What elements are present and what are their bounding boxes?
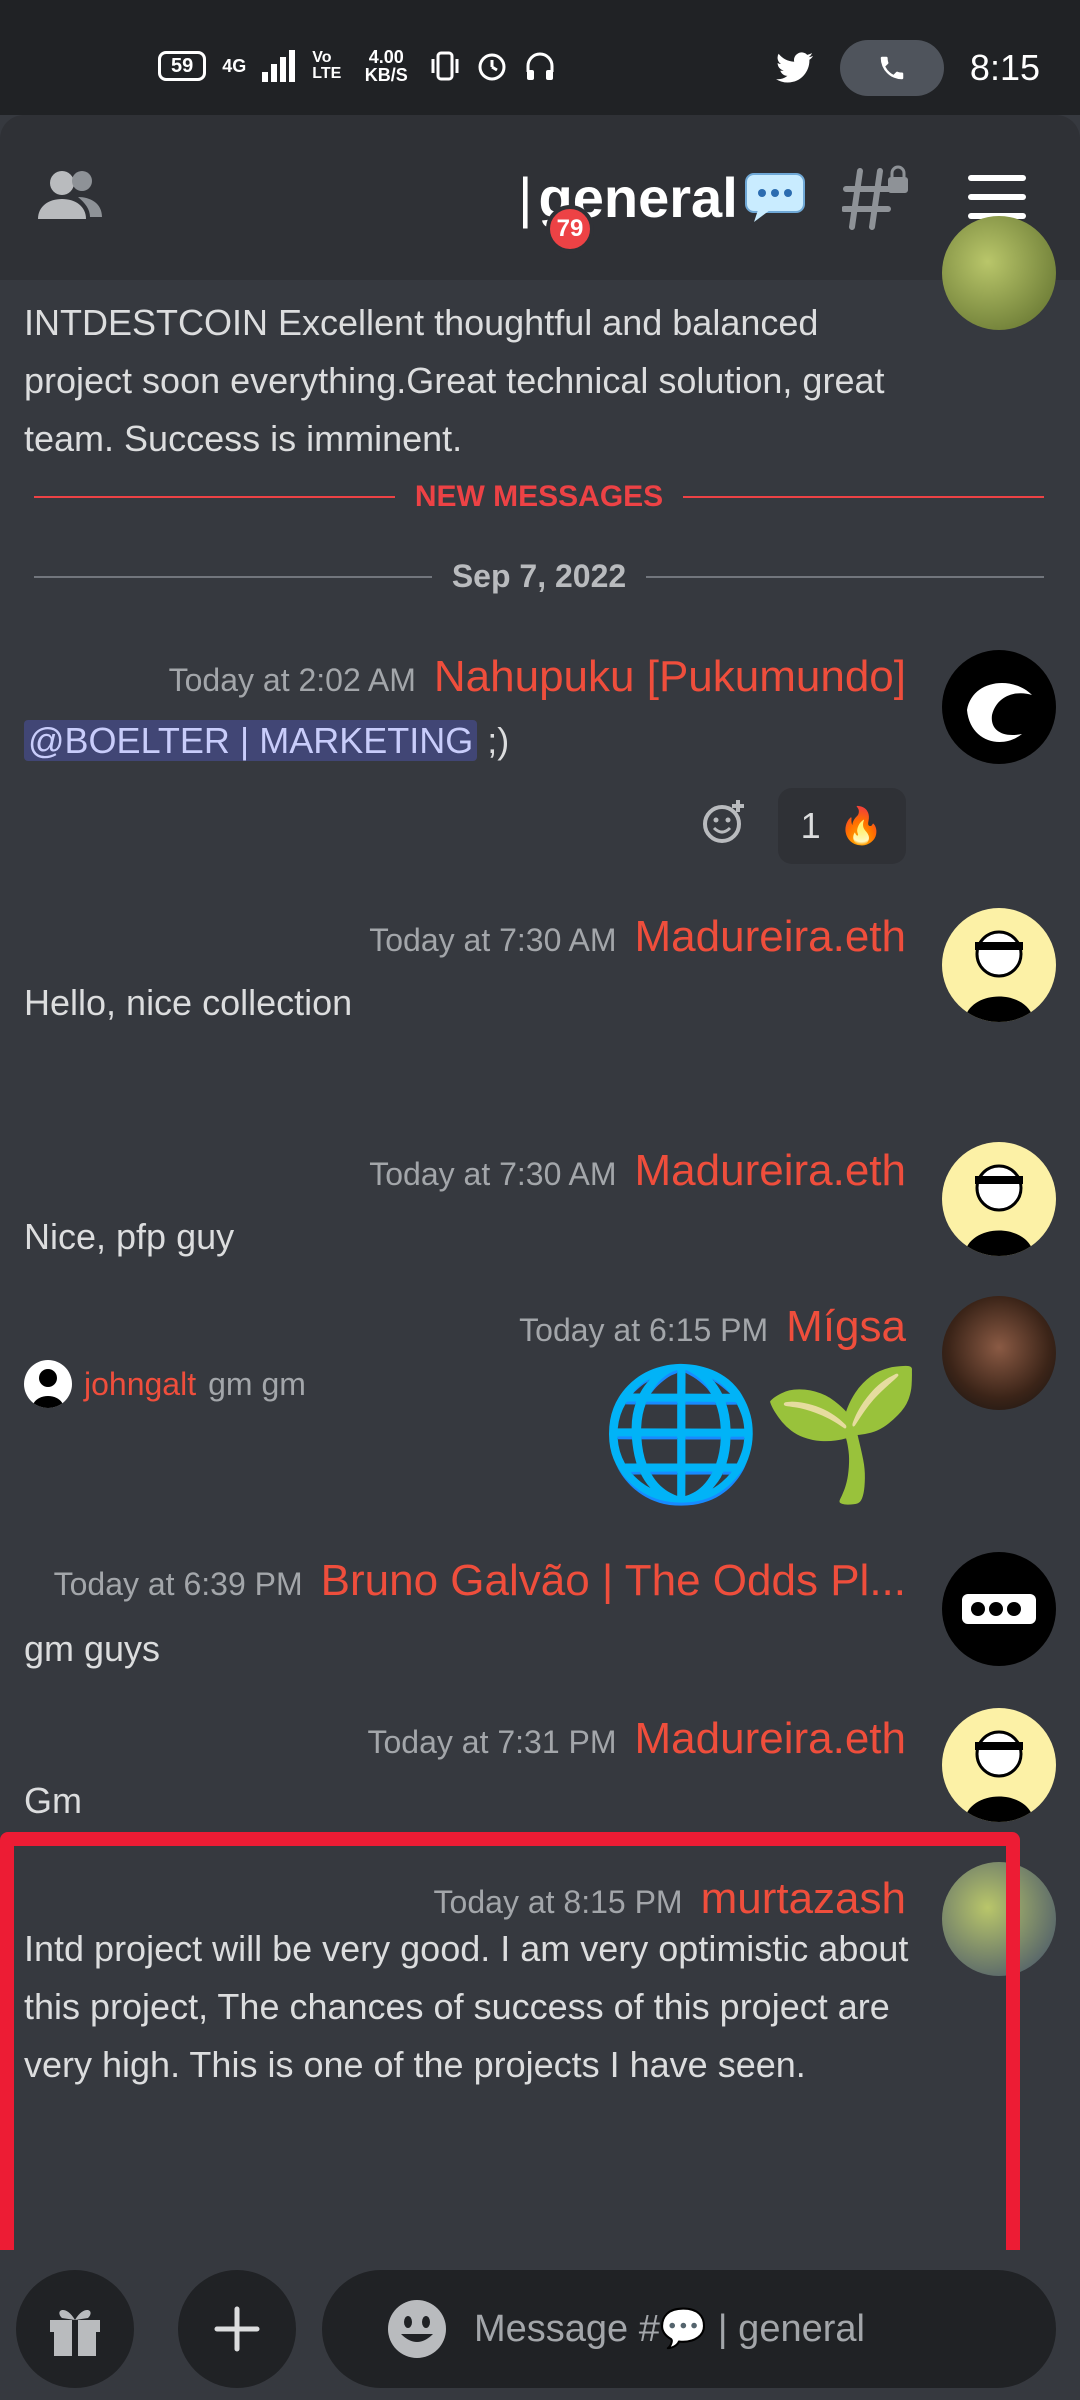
reply-author: johngalt bbox=[84, 1365, 197, 1402]
headphones-icon bbox=[526, 52, 554, 80]
avatar[interactable] bbox=[942, 1296, 1056, 1410]
message-header: Today at 7:31 PM Madureira.eth bbox=[367, 1714, 906, 1764]
emoji-icon[interactable] bbox=[386, 2298, 448, 2360]
members-icon[interactable] bbox=[38, 167, 102, 223]
timestamp: Today at 2:02 AM bbox=[168, 662, 416, 698]
speech-bubble-icon bbox=[744, 172, 805, 222]
vibrate-icon bbox=[431, 51, 459, 81]
timestamp: Today at 7:31 PM bbox=[367, 1724, 617, 1760]
new-messages-divider: NEW MESSAGES bbox=[34, 480, 1044, 514]
message-text: Nice, pfp guy bbox=[24, 1216, 235, 1257]
plus-icon bbox=[214, 2306, 260, 2352]
gift-button[interactable] bbox=[16, 2270, 134, 2388]
date-label: Sep 7, 2022 bbox=[451, 558, 627, 594]
unread-badge: 79 bbox=[546, 205, 594, 253]
timestamp: Today at 6:39 PM bbox=[53, 1566, 303, 1602]
pukumundo-logo-icon bbox=[967, 683, 1032, 742]
message-text: INTDESTCOIN Excellent thoughtful and bal… bbox=[24, 302, 885, 459]
avatar[interactable] bbox=[942, 1552, 1056, 1666]
signal-icon bbox=[262, 50, 296, 82]
message-input[interactable]: Message #💬 | general bbox=[322, 2270, 1056, 2388]
author-name[interactable]: Nahupuku [Pukumundo] bbox=[434, 652, 906, 702]
avatar[interactable] bbox=[942, 908, 1056, 1022]
user-mention[interactable]: @BOELTER | MARKETING bbox=[24, 720, 478, 761]
highlight-box bbox=[0, 1832, 1020, 2284]
fire-emoji-icon: 🔥 bbox=[838, 805, 884, 846]
status-icons: 59 4G Vo LTE 4.00 KB/S bbox=[158, 48, 556, 84]
author-name[interactable]: Mígsa bbox=[786, 1302, 906, 1352]
message-text: Gm bbox=[24, 1780, 82, 1821]
message-placeholder: Message #💬 | general bbox=[474, 2308, 865, 2350]
odds-logo-icon bbox=[962, 1594, 1036, 1624]
clock: 8:15 bbox=[969, 47, 1040, 88]
message-text: Hello, nice collection bbox=[24, 982, 353, 1023]
reply-avatar bbox=[24, 1360, 72, 1408]
author-name[interactable]: Madureira.eth bbox=[635, 1714, 906, 1764]
add-reaction-icon[interactable] bbox=[700, 798, 748, 846]
date-divider: Sep 7, 2022 bbox=[34, 558, 1044, 595]
reply-text: gm gm bbox=[208, 1365, 306, 1402]
avatar[interactable] bbox=[942, 650, 1056, 764]
emoji-message: 🌐🌱 bbox=[600, 1360, 924, 1506]
timestamp: Today at 6:15 PM bbox=[519, 1312, 769, 1348]
author-name[interactable]: Madureira.eth bbox=[635, 912, 906, 962]
message-composer: Message #💬 | general bbox=[0, 2250, 1080, 2400]
author-name[interactable]: Madureira.eth bbox=[635, 1146, 906, 1196]
avatar[interactable] bbox=[942, 216, 1056, 330]
cartoon-avatar-icon bbox=[964, 930, 1034, 1022]
channel-header: | general 79 bbox=[0, 115, 1080, 280]
message-header: Today at 2:02 AM Nahupuku [Pukumundo] bbox=[169, 652, 906, 702]
cartoon-avatar-icon bbox=[964, 1730, 1034, 1822]
reply-preview[interactable]: johngalt gm gm bbox=[24, 1360, 306, 1408]
network-speed: 4.00 KB/S bbox=[364, 47, 408, 85]
network-type: 4G bbox=[222, 55, 247, 76]
menu-icon[interactable] bbox=[968, 175, 1026, 219]
reaction-pill[interactable]: 1 🔥 bbox=[778, 788, 906, 864]
threads-icon[interactable] bbox=[842, 165, 912, 231]
alarm-icon bbox=[478, 53, 506, 81]
avatar[interactable] bbox=[942, 1708, 1056, 1822]
message-header: Today at 7:30 AM Madureira.eth bbox=[369, 912, 906, 962]
status-right: 8:15 bbox=[775, 40, 1040, 96]
channel-separator: | bbox=[518, 166, 533, 229]
timestamp: Today at 7:30 AM bbox=[369, 922, 617, 958]
message-text: @BOELTER | MARKETING ;) bbox=[24, 720, 509, 762]
author-name[interactable]: Bruno Galvão | The Odds Pl... bbox=[321, 1556, 906, 1606]
message-header: Today at 6:15 PM Mígsa bbox=[519, 1302, 906, 1352]
ongoing-call-pill[interactable] bbox=[839, 40, 944, 96]
avatar[interactable] bbox=[942, 1142, 1056, 1256]
new-messages-label: NEW MESSAGES bbox=[414, 480, 664, 513]
message-text-tail: ;) bbox=[477, 720, 510, 761]
volte-indicator: Vo LTE bbox=[312, 49, 342, 82]
message-header: Today at 7:30 AM Madureira.eth bbox=[369, 1146, 906, 1196]
timestamp: Today at 7:30 AM bbox=[369, 1156, 617, 1192]
cartoon-avatar-icon bbox=[964, 1164, 1034, 1256]
add-attachment-button[interactable] bbox=[178, 2270, 296, 2388]
phone-icon bbox=[880, 56, 904, 80]
gift-icon bbox=[50, 2309, 100, 2356]
message-header: Today at 6:39 PM Bruno Galvão | The Odds… bbox=[54, 1556, 906, 1606]
twitter-icon bbox=[775, 52, 813, 83]
status-bar: 59 4G Vo LTE 4.00 KB/S 8:15 bbox=[0, 0, 1080, 115]
reaction-count: 1 bbox=[800, 805, 821, 846]
message-text: gm guys bbox=[24, 1628, 161, 1669]
battery-indicator: 59 bbox=[158, 51, 207, 81]
